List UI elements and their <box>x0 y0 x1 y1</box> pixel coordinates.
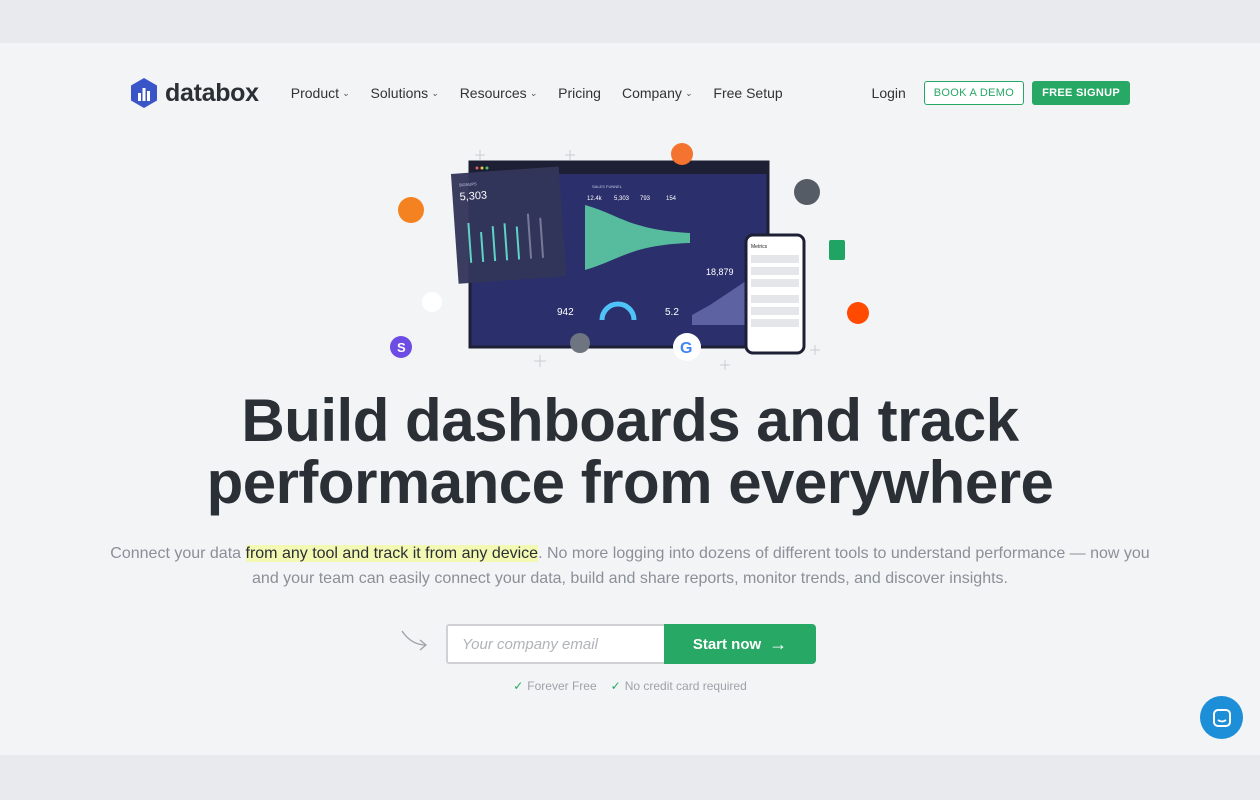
dashboard-illustration: SALES FUNNEL 12.4k 5,303 793 154 18,879 … <box>390 143 869 370</box>
login-link[interactable]: Login <box>872 85 906 101</box>
nav-product[interactable]: Product ⌄ <box>291 85 350 101</box>
start-now-button[interactable]: Start now → <box>664 624 816 664</box>
email-input[interactable] <box>446 624 664 664</box>
funnel-value: 12.4k <box>587 196 603 202</box>
funnel-value: 793 <box>640 196 651 202</box>
free-signup-button[interactable]: FREE SIGNUP <box>1032 81 1130 105</box>
chevron-down-icon: ⌄ <box>342 87 350 98</box>
svg-text:S: S <box>397 340 406 355</box>
forever-free-note: ✓ Forever Free <box>513 679 597 693</box>
databox-logo-icon <box>131 78 157 108</box>
nav-solutions[interactable]: Solutions ⌄ <box>371 85 439 101</box>
position-value: 5.2 <box>665 307 679 318</box>
nav-resources[interactable]: Resources ⌄ <box>460 85 537 101</box>
hero-subtitle: Connect your data from any tool and trac… <box>110 545 1150 587</box>
chat-icon <box>1212 708 1231 727</box>
sessions-value: 18,879 <box>706 267 734 277</box>
logo[interactable]: databox <box>130 78 259 108</box>
curved-arrow-icon <box>401 630 428 651</box>
nav-pricing[interactable]: Pricing <box>558 85 601 101</box>
chevron-down-icon: ⌄ <box>431 87 439 98</box>
signups-value: 5,303 <box>459 190 487 204</box>
signup-form: Start now→ <box>446 624 816 664</box>
svg-text:G: G <box>680 340 692 357</box>
funnel-value: 5,303 <box>614 196 630 202</box>
funnel-value: 154 <box>666 196 677 202</box>
no-card-note: ✓ No credit card required <box>610 679 747 693</box>
navbar: databox Product ⌄ Solutions ⌄ Resources ⌄ P… <box>130 77 1130 109</box>
nav-company[interactable]: Company ⌄ <box>622 85 692 101</box>
arrow-right-icon: → <box>769 633 788 654</box>
funnel-title: SALES FUNNEL <box>592 184 623 189</box>
phone-title: Metrics <box>751 244 768 250</box>
nav-free-setup[interactable]: Free Setup <box>713 85 782 101</box>
highlight-text: from any tool and track it from any devi… <box>245 545 539 562</box>
chevron-down-icon: ⌄ <box>684 87 693 98</box>
check-icon: ✓ <box>610 679 621 693</box>
chat-launcher-button[interactable] <box>1200 696 1243 739</box>
top-band <box>0 0 1260 43</box>
hero-title: Build dashboards and track performance fr… <box>206 387 1054 516</box>
book-demo-button[interactable]: BOOK A DEMO <box>923 81 1025 105</box>
subscriptions-value: 942 <box>557 307 574 318</box>
chevron-down-icon: ⌄ <box>529 87 538 98</box>
check-icon: ✓ <box>513 679 524 693</box>
